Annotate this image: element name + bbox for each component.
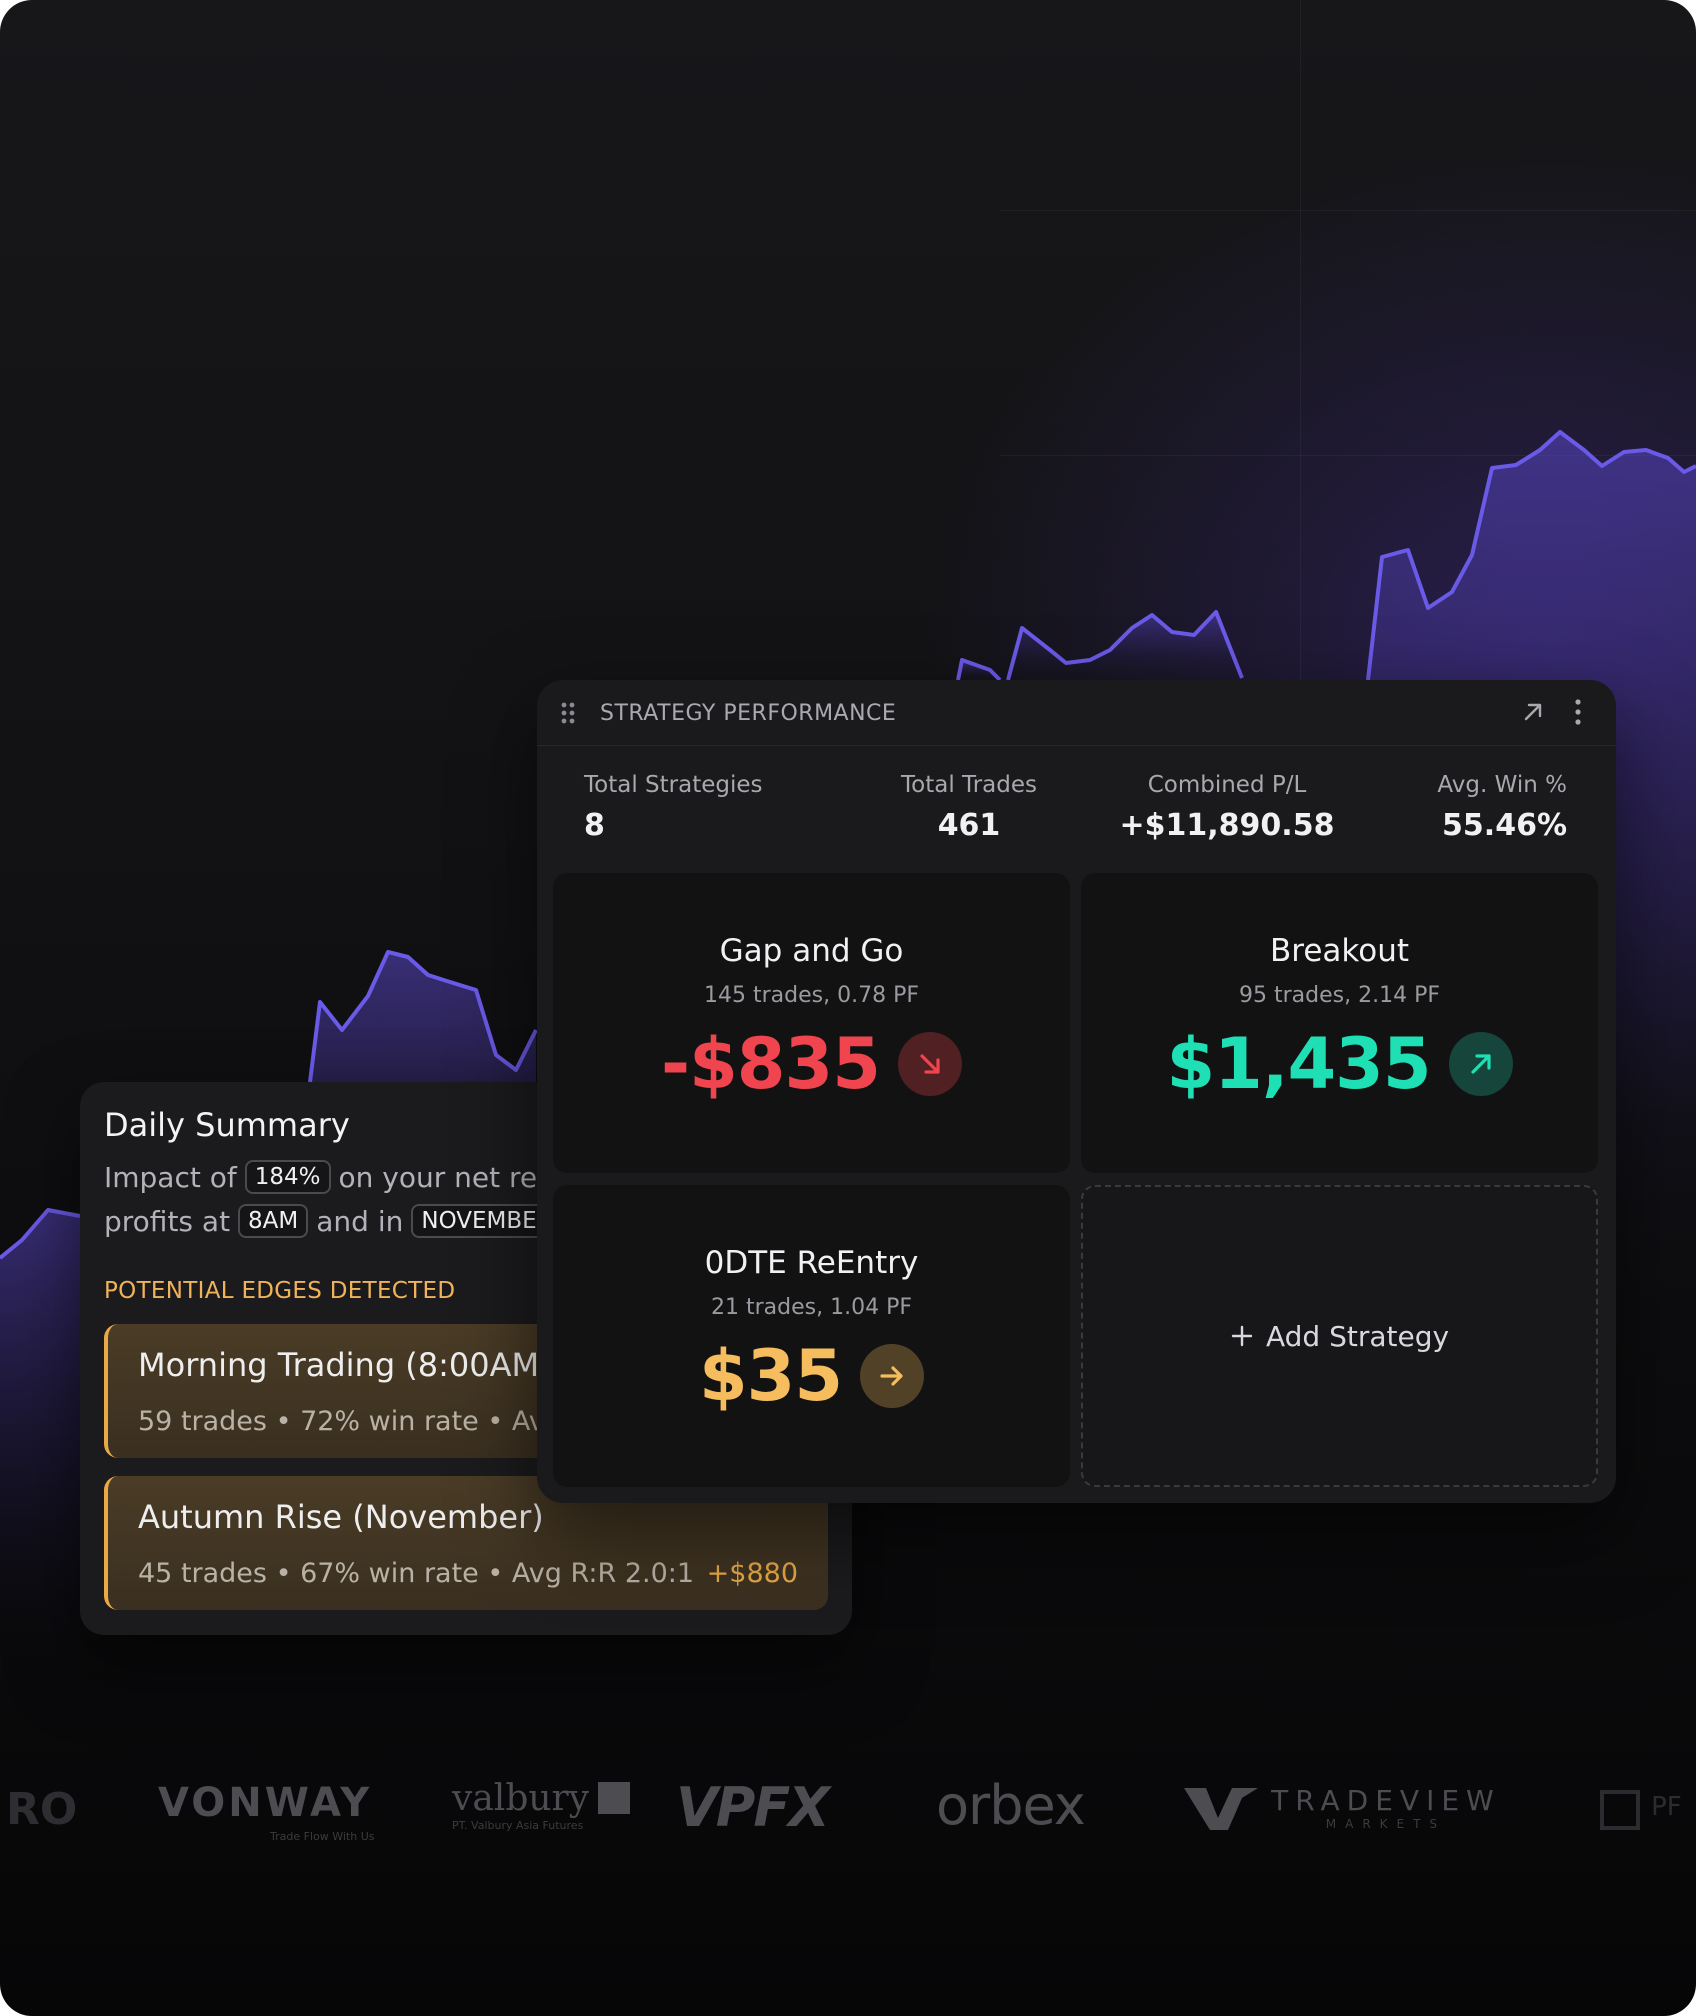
arrow-right-icon bbox=[860, 1344, 925, 1408]
strategy-meta: 145 trades, 0.78 PF bbox=[704, 983, 919, 1008]
strategy-name: Gap and Go bbox=[719, 933, 904, 969]
stat-value-avg-win: 55.46% bbox=[1442, 808, 1567, 843]
add-strategy-label: Add Strategy bbox=[1265, 1319, 1450, 1353]
strategy-value: -$835 bbox=[661, 1023, 881, 1105]
edge-meta: 59 trades • 72% win rate • Avg bbox=[138, 1406, 562, 1437]
stat-value-total-strategies: 8 bbox=[584, 808, 605, 843]
tradeview-wordmark: TRADEVIEW bbox=[1271, 1784, 1501, 1817]
hero-stage: Daily Summary Impact of 184% on your net… bbox=[0, 0, 1696, 2016]
strategy-performance-panel: STRATEGY PERFORMANCE Total Strategies 8 … bbox=[537, 680, 1616, 1503]
partner-logo-orbex: orbex bbox=[936, 1774, 1086, 1837]
partner-logo-tradeview: TRADEVIEW MARKETS bbox=[1182, 1784, 1501, 1834]
pf-mark-icon bbox=[1600, 1790, 1640, 1830]
strategy-meta: 21 trades, 1.04 PF bbox=[711, 1295, 912, 1320]
strategy-card-0dte-reentry[interactable]: 0DTE ReEntry 21 trades, 1.04 PF $35 bbox=[553, 1185, 1070, 1487]
pf-wordmark: PF bbox=[1651, 1791, 1682, 1822]
arrow-down-right-icon bbox=[897, 1032, 962, 1096]
summary-text: and in bbox=[316, 1204, 404, 1238]
strategy-card-breakout[interactable]: Breakout 95 trades, 2.14 PF $1,435 bbox=[1081, 873, 1598, 1173]
time-pill: 8AM bbox=[238, 1204, 309, 1238]
partner-logo-valbury: valbury PT. Valbury Asia Futures bbox=[452, 1778, 631, 1832]
summary-line-impact: Impact of 184% on your net retu bbox=[104, 1160, 566, 1194]
add-strategy-button[interactable]: Add Strategy bbox=[1081, 1185, 1598, 1487]
vonway-tagline: Trade Flow With Us bbox=[270, 1830, 375, 1843]
panel-title: STRATEGY PERFORMANCE bbox=[600, 701, 897, 726]
expand-arrow-icon[interactable] bbox=[1521, 700, 1545, 724]
stat-label-total-trades: Total Trades bbox=[901, 772, 1037, 798]
valbury-wordmark: valbury bbox=[452, 1778, 590, 1819]
more-vertical-icon[interactable] bbox=[1573, 698, 1583, 726]
tradeview-mark-icon bbox=[1182, 1784, 1260, 1834]
background-chart-area bbox=[0, 1210, 80, 1660]
strategy-card-gap-and-go[interactable]: Gap and Go 145 trades, 0.78 PF -$835 bbox=[553, 873, 1070, 1173]
valbury-tagline: PT. Valbury Asia Futures bbox=[452, 1819, 584, 1832]
partner-logo-pf: PF bbox=[1600, 1790, 1682, 1830]
partner-logo-ro: RO bbox=[6, 1784, 78, 1835]
partner-logo-vonway: VONWAY Trade Flow With Us bbox=[158, 1780, 374, 1843]
potential-edges-title: POTENTIAL EDGES DETECTED bbox=[104, 1278, 456, 1304]
partner-logo-vpfx: VPFX bbox=[676, 1776, 830, 1839]
summary-text: Impact of bbox=[104, 1160, 237, 1194]
panel-header: STRATEGY PERFORMANCE bbox=[537, 680, 1616, 746]
strategy-name: Breakout bbox=[1269, 933, 1409, 969]
strategy-meta: 95 trades, 2.14 PF bbox=[1239, 983, 1440, 1008]
impact-pill: 184% bbox=[244, 1160, 331, 1194]
valbury-mark-icon bbox=[598, 1782, 631, 1814]
edge-meta: 45 trades • 67% win rate • Avg R:R 2.0:1 bbox=[138, 1558, 695, 1589]
stat-label-combined-pl: Combined P/L bbox=[1147, 772, 1307, 798]
strategy-value: $35 bbox=[698, 1335, 843, 1417]
vonway-wordmark: VONWAY bbox=[158, 1780, 373, 1826]
arrow-up-right-icon bbox=[1448, 1032, 1513, 1096]
strategy-value-row: $35 bbox=[553, 1335, 1070, 1417]
edge-title: Morning Trading (8:00AM) bbox=[138, 1346, 552, 1384]
daily-summary-title: Daily Summary bbox=[104, 1106, 350, 1144]
strategy-name: 0DTE ReEntry bbox=[704, 1245, 919, 1281]
stat-label-total-strategies: Total Strategies bbox=[584, 772, 763, 798]
strategy-value-row: $1,435 bbox=[1081, 1023, 1598, 1105]
strategy-value-row: -$835 bbox=[553, 1023, 1070, 1105]
stat-label-avg-win: Avg. Win % bbox=[1437, 772, 1567, 798]
drag-handle-icon[interactable] bbox=[561, 702, 575, 724]
edge-amount: +$880 bbox=[706, 1558, 798, 1589]
plus-icon bbox=[1231, 1325, 1253, 1347]
tradeview-subtext: MARKETS bbox=[1325, 1817, 1447, 1831]
stat-value-total-trades: 461 bbox=[937, 808, 1001, 843]
strategy-value: $1,435 bbox=[1166, 1023, 1431, 1105]
summary-line-profits: profits at 8AM and in NOVEMBER bbox=[104, 1204, 571, 1238]
summary-text: profits at bbox=[104, 1204, 231, 1238]
stat-value-combined-pl: +$11,890.58 bbox=[1119, 808, 1335, 843]
summary-text: on your net retu bbox=[338, 1160, 566, 1194]
edge-title: Autumn Rise (November) bbox=[138, 1498, 544, 1536]
